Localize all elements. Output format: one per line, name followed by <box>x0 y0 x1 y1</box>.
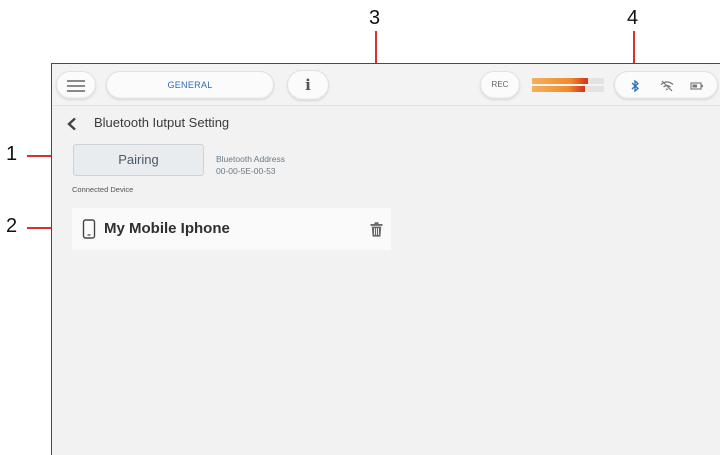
battery-icon <box>690 82 703 90</box>
back-chevron-icon[interactable] <box>66 117 78 131</box>
level-meter <box>532 76 604 94</box>
bluetooth-icon <box>631 79 639 93</box>
device-name: My Mobile Iphone <box>104 220 230 237</box>
level-meter-right <box>532 86 604 92</box>
level-meter-right-fill <box>532 86 585 92</box>
pairing-button[interactable]: Pairing <box>73 144 204 176</box>
wifi-off-icon <box>660 80 674 92</box>
level-meter-left-fill <box>532 78 589 84</box>
smartphone-icon <box>82 219 96 239</box>
bluetooth-address-label: Bluetooth Address <box>216 154 285 164</box>
page-title: Bluetooth Iutput Setting <box>94 115 230 130</box>
level-meter-left <box>532 78 604 84</box>
callout-4: 4 <box>627 7 639 29</box>
bluetooth-address-value: 00-00-5E-00-53 <box>216 166 276 176</box>
hamburger-icon <box>67 80 85 92</box>
device-screen: GENERAL i REC Bluetooth Iutput Setting P… <box>51 63 720 455</box>
tab-general[interactable]: GENERAL <box>106 71 274 99</box>
bluetooth-address: Bluetooth Address 00-00-5E-00-53 <box>216 153 285 177</box>
trash-icon[interactable] <box>370 222 383 237</box>
top-bar: GENERAL i REC <box>52 64 720 106</box>
callout-2: 2 <box>6 215 18 237</box>
rec-button[interactable]: REC <box>480 71 520 99</box>
connected-device-label: Connected Device <box>72 185 134 194</box>
info-button[interactable]: i <box>287 70 329 100</box>
status-indicators[interactable] <box>614 71 718 99</box>
menu-button[interactable] <box>56 71 96 99</box>
callout-1: 1 <box>6 143 18 165</box>
callout-3: 3 <box>369 7 381 29</box>
list-item[interactable]: My Mobile Iphone <box>72 208 391 250</box>
